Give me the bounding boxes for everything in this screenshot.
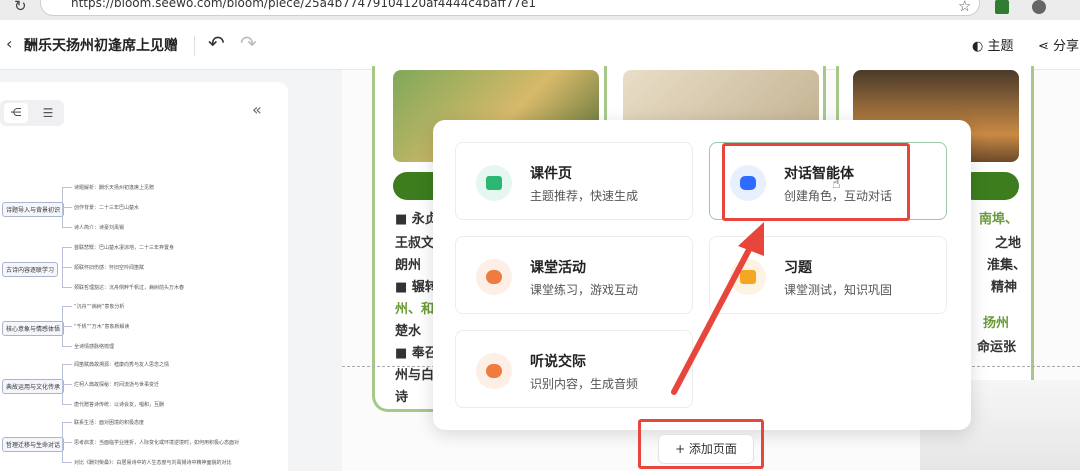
annotation-arrow <box>671 222 764 395</box>
mouse-cursor-icon: ☝ <box>832 176 841 192</box>
